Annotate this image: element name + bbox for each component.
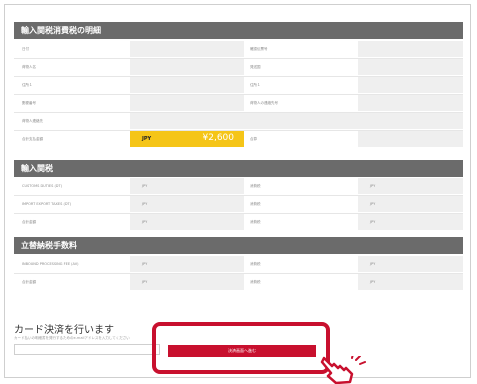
value-cell [130,113,463,129]
value-cell [358,77,463,93]
value-cell: JPY [130,256,244,272]
total-amount: ¥2,600 [202,133,235,143]
currency-label: JPY [142,262,148,266]
row-label: 住所１ [250,83,261,87]
email-instruction-note: カード払いの明細書を発行するためのe-mailアドレスを入力してください [14,336,130,340]
table-row: 郵便番号 荷物人の連絡先号 [14,94,463,112]
value-cell [130,77,244,93]
section-header-tax-details: 輸入関税消費税の明細 [14,22,463,39]
row-label: 荷物人名 [22,65,36,69]
value-cell [358,95,463,111]
row-label: IMPORT EXPORT TAXES (DT) [22,202,72,206]
value-cell [130,41,244,57]
currency-label: JPY [142,184,148,188]
currency-label: JPY [142,136,152,142]
table-row: 合計金額 JPY 消費税 JPY [14,273,463,291]
row-label: 荷物人の連絡先号 [250,101,278,105]
row-label: 発送国 [250,65,261,69]
row-label: 消費税 [250,262,261,266]
currency-label: JPY [142,220,148,224]
value-cell: JPY [130,178,244,194]
table-row: CUSTOMS DUTIES (DT) JPY 消費税 JPY [14,177,463,195]
value-cell [358,59,463,75]
row-label: 消費税 [250,202,261,206]
table-row: 荷物人名 発送国 [14,58,463,76]
value-cell: JPY [130,214,244,230]
row-label: INBOUND PROCESSING FEE (AV) [22,262,79,266]
table-row: INBOUND PROCESSING FEE (AV) JPY 消費税 JPY [14,255,463,273]
row-label: CUSTOMS DUTIES (DT) [22,184,63,188]
currency-label: JPY [370,220,376,224]
row-label: 郵便番号 [22,101,36,105]
value-cell: JPY [358,178,463,194]
card-payment-title: カード決済を行います [14,325,114,336]
value-cell [358,131,463,147]
value-cell: JPY [358,214,463,230]
value-cell: JPY [358,274,463,290]
value-cell [358,41,463,57]
section-header-import-duties: 輸入関税 [14,160,463,177]
value-cell: JPY [358,196,463,212]
highlight-frame [152,322,330,374]
value-cell: JPY [130,196,244,212]
currency-label: JPY [370,262,376,266]
row-label: 確認伝票号 [250,47,268,51]
total-amount-highlight: JPY ¥2,600 [130,131,244,147]
row-label: 日付 [22,47,29,51]
table-row: 荷物人連絡先 [14,112,463,130]
table-row: 合計金額 JPY 消費税 JPY [14,213,463,231]
value-cell: JPY [358,256,463,272]
table-row-total: 合計支払金額 JPY ¥2,600 合算 [14,130,463,148]
table-row: 日付 確認伝票号 [14,40,463,58]
section-header-advance-fee: 立替納税手数料 [14,237,463,254]
row-label: 合計金額 [22,280,36,284]
row-label: 合計支払金額 [22,137,43,141]
value-cell: JPY [130,274,244,290]
value-cell [130,59,244,75]
value-cell [130,95,244,111]
currency-label: JPY [142,202,148,206]
row-label: 消費税 [250,280,261,284]
row-label: 合計金額 [22,220,36,224]
currency-label: JPY [370,280,376,284]
pointing-hand-icon [320,356,366,384]
row-label: 住所１ [22,83,33,87]
table-row: 住所１ 住所１ [14,76,463,94]
table-row: IMPORT EXPORT TAXES (DT) JPY 消費税 JPY [14,195,463,213]
row-label: 合算 [250,137,257,141]
currency-label: JPY [370,202,376,206]
currency-label: JPY [370,184,376,188]
email-input[interactable] [14,344,160,355]
row-label: 消費税 [250,184,261,188]
row-label: 荷物人連絡先 [22,119,43,123]
row-label: 消費税 [250,220,261,224]
currency-label: JPY [142,280,148,284]
